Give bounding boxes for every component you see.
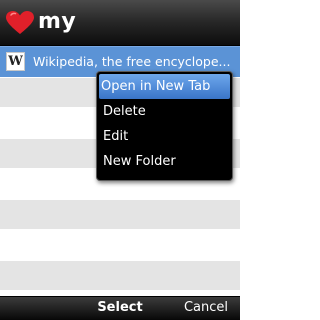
- softkey-bar: Select Cancel: [0, 296, 240, 320]
- heart-icon: [6, 11, 34, 34]
- page-title: my: [38, 9, 77, 34]
- list-row-empty: [0, 230, 240, 261]
- menu-item-open-in-new-tab[interactable]: Open in New Tab: [99, 74, 230, 99]
- menu-item-delete[interactable]: Delete: [99, 99, 230, 124]
- context-menu: Open in New Tab Delete Edit New Folder: [96, 71, 233, 181]
- title-bar: my: [0, 0, 240, 46]
- list-row-empty: [0, 260, 240, 291]
- wikipedia-icon: W: [6, 52, 25, 72]
- list-item-label: Wikipedia, the free encyclope...: [33, 54, 231, 70]
- menu-item-edit[interactable]: Edit: [99, 124, 230, 149]
- bookmarks-screen: my W Wikipedia, the free encyclope... Op…: [0, 0, 240, 320]
- menu-item-new-folder[interactable]: New Folder: [99, 149, 230, 174]
- cancel-button[interactable]: Cancel: [184, 300, 228, 315]
- list-row-empty: [0, 199, 240, 230]
